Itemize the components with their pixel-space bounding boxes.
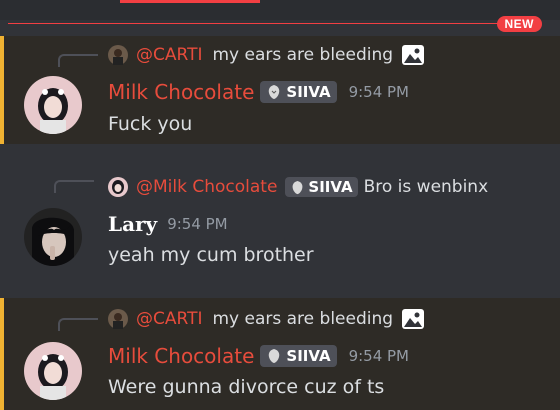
author-name[interactable]: Lary: [108, 212, 157, 236]
reply-connector: [58, 318, 98, 331]
timestamp[interactable]: 9:54 PM: [349, 83, 409, 101]
image-icon: [401, 308, 425, 330]
new-badge: NEW: [496, 16, 542, 32]
server-tag[interactable]: SIIVA: [260, 345, 337, 367]
message-item[interactable]: @CARTI my ears are bleeding Milk Chocola…: [0, 298, 560, 410]
image-icon: [401, 44, 425, 66]
avatar[interactable]: [24, 208, 82, 266]
timestamp[interactable]: 9:54 PM: [349, 347, 409, 365]
reply-text[interactable]: my ears are bleeding: [212, 45, 393, 65]
reply-text[interactable]: Bro is wenbinx: [364, 177, 489, 197]
message-content: yeah my cum brother: [108, 244, 314, 266]
reply-preview[interactable]: @CARTI my ears are bleeding: [108, 44, 425, 66]
server-tag[interactable]: SIIVA: [260, 81, 337, 103]
lion-head-icon: [292, 180, 303, 194]
author-name[interactable]: Milk Chocolate: [108, 344, 254, 368]
message-header: Milk Chocolate SIIVA 9:54 PM: [108, 80, 409, 104]
server-tag-label: SIIVA: [286, 347, 331, 365]
reply-connector: [58, 54, 98, 67]
new-messages-divider: NEW: [0, 16, 560, 32]
avatar[interactable]: [24, 342, 82, 400]
reply-connector: [54, 180, 94, 193]
reply-avatar[interactable]: [108, 309, 128, 329]
reply-preview[interactable]: @Milk Chocolate SIIVA Bro is wenbinx: [108, 176, 488, 198]
server-tag[interactable]: SIIVA: [285, 177, 358, 197]
reply-avatar[interactable]: [108, 177, 128, 197]
message-item[interactable]: @CARTI my ears are bleeding Milk Chocola…: [0, 36, 560, 144]
reply-text[interactable]: my ears are bleeding: [212, 309, 393, 329]
reply-preview[interactable]: @CARTI my ears are bleeding: [108, 308, 425, 330]
message-header: Milk Chocolate SIIVA 9:54 PM: [108, 344, 409, 368]
lion-head-icon: [269, 85, 280, 99]
new-divider-line: [8, 23, 520, 24]
message-content: Fuck you: [108, 113, 193, 135]
message-item[interactable]: @Milk Chocolate SIIVA Bro is wenbinx Lar…: [0, 166, 560, 286]
lion-head-icon: [269, 349, 280, 363]
timestamp[interactable]: 9:54 PM: [167, 215, 227, 233]
server-tag-label: SIIVA: [308, 178, 353, 196]
reply-author-mention[interactable]: @CARTI: [136, 45, 202, 65]
reply-author-mention[interactable]: @Milk Chocolate: [136, 177, 277, 197]
message-content: Were gunna divorce cuz of ts: [108, 376, 385, 398]
avatar[interactable]: [24, 76, 82, 134]
author-name[interactable]: Milk Chocolate: [108, 80, 254, 104]
reply-author-mention[interactable]: @CARTI: [136, 309, 202, 329]
message-header: Lary 9:54 PM: [108, 212, 228, 236]
server-tag-label: SIIVA: [286, 83, 331, 101]
reply-avatar[interactable]: [108, 45, 128, 65]
previous-highlight: [120, 0, 260, 3]
